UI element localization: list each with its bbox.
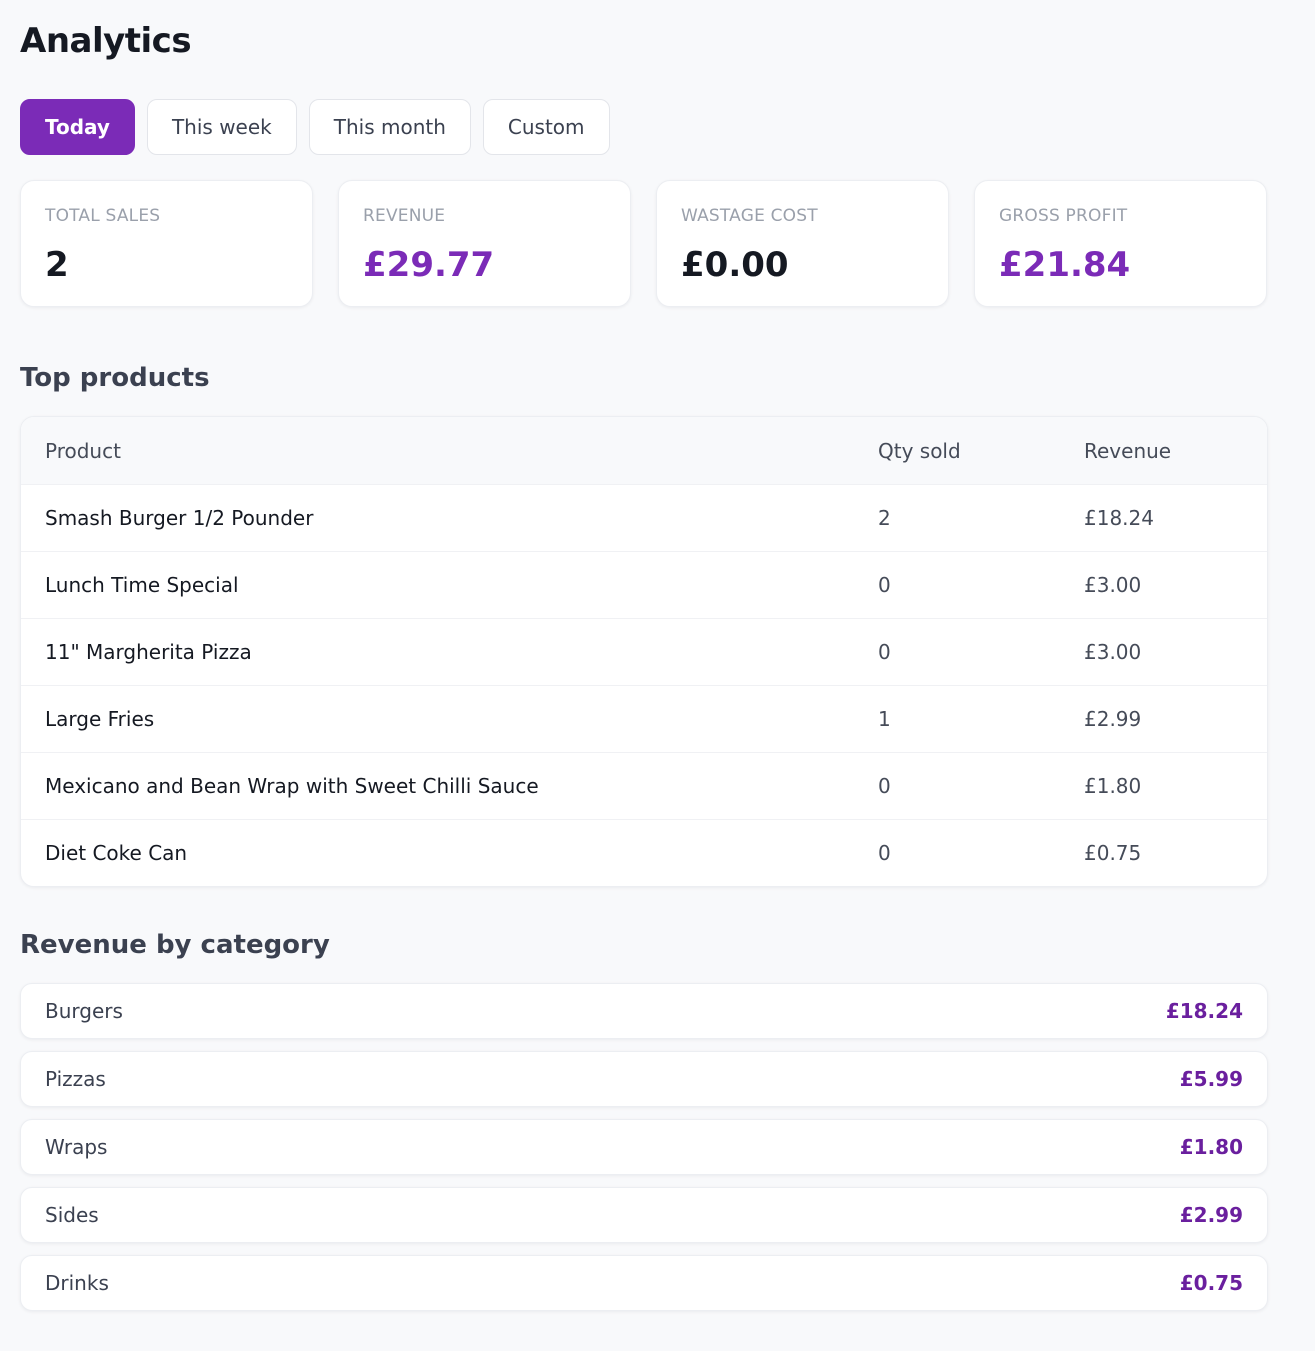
product-qty: 0 bbox=[878, 774, 891, 798]
table-row: Smash Burger 1/2 Pounder 2 £18.24 bbox=[21, 484, 1267, 551]
product-qty: 1 bbox=[878, 707, 891, 731]
category-row-sides: Sides £2.99 bbox=[20, 1187, 1268, 1243]
stat-cards: TOTAL SALES 2 REVENUE £29.77 WASTAGE COS… bbox=[20, 180, 1268, 307]
table-row: Mexicano and Bean Wrap with Sweet Chilli… bbox=[21, 752, 1267, 819]
product-revenue: £3.00 bbox=[1084, 640, 1142, 664]
table-row: 11" Margherita Pizza 0 £3.00 bbox=[21, 618, 1267, 685]
stat-label: REVENUE bbox=[363, 206, 446, 226]
product-revenue: £0.75 bbox=[1084, 841, 1142, 865]
stat-card-total-sales: TOTAL SALES 2 bbox=[20, 180, 313, 307]
table-row: Large Fries 1 £2.99 bbox=[21, 685, 1267, 752]
tab-today[interactable]: Today bbox=[20, 99, 135, 155]
product-name: Large Fries bbox=[45, 707, 155, 731]
stat-label: GROSS PROFIT bbox=[999, 206, 1128, 226]
revenue-by-category-title: Revenue by category bbox=[20, 930, 330, 960]
product-qty: 0 bbox=[878, 640, 891, 664]
product-name: 11" Margherita Pizza bbox=[45, 640, 252, 664]
category-revenue: £1.80 bbox=[1179, 1135, 1243, 1159]
category-name: Sides bbox=[45, 1203, 99, 1227]
product-revenue: £1.80 bbox=[1084, 774, 1142, 798]
table-row: Lunch Time Special 0 £3.00 bbox=[21, 551, 1267, 618]
top-products-table: Product Qty sold Revenue Smash Burger 1/… bbox=[20, 416, 1268, 887]
category-row-pizzas: Pizzas £5.99 bbox=[20, 1051, 1268, 1107]
stat-card-gross-profit: GROSS PROFIT £21.84 bbox=[974, 180, 1267, 307]
category-name: Wraps bbox=[45, 1135, 108, 1159]
tab-this-week[interactable]: This week bbox=[146, 99, 297, 155]
product-name: Diet Coke Can bbox=[45, 841, 188, 865]
category-revenue: £0.75 bbox=[1179, 1271, 1243, 1295]
category-name: Drinks bbox=[45, 1271, 109, 1295]
category-name: Burgers bbox=[45, 999, 123, 1023]
category-row-wraps: Wraps £1.80 bbox=[20, 1119, 1268, 1175]
product-name: Smash Burger 1/2 Pounder bbox=[45, 506, 314, 530]
stat-value: £21.84 bbox=[999, 245, 1131, 285]
tab-this-month[interactable]: This month bbox=[308, 99, 471, 155]
stat-card-revenue: REVENUE £29.77 bbox=[338, 180, 631, 307]
stat-label: WASTAGE COST bbox=[681, 206, 818, 226]
category-row-burgers: Burgers £18.24 bbox=[20, 983, 1268, 1039]
tab-custom[interactable]: Custom bbox=[482, 99, 610, 155]
column-header-revenue: Revenue bbox=[1084, 438, 1172, 463]
stat-card-wastage-cost: WASTAGE COST £0.00 bbox=[656, 180, 949, 307]
stat-value: £0.00 bbox=[681, 245, 789, 285]
category-revenue: £2.99 bbox=[1179, 1203, 1243, 1227]
table-row: Diet Coke Can 0 £0.75 bbox=[21, 819, 1267, 886]
date-range-tabs: Today This week This month Custom bbox=[20, 99, 1315, 155]
category-list: Burgers £18.24 Pizzas £5.99 Wraps £1.80 … bbox=[20, 983, 1268, 1311]
category-revenue: £18.24 bbox=[1165, 999, 1243, 1023]
category-name: Pizzas bbox=[45, 1067, 106, 1091]
top-products-title: Top products bbox=[20, 363, 210, 393]
category-row-drinks: Drinks £0.75 bbox=[20, 1255, 1268, 1311]
column-header-product: Product bbox=[45, 438, 121, 463]
stat-value: 2 bbox=[45, 245, 69, 285]
analytics-page: Analytics Today This week This month Cus… bbox=[0, 0, 1315, 1351]
stat-label: TOTAL SALES bbox=[45, 206, 161, 226]
product-qty: 2 bbox=[878, 506, 891, 530]
product-name: Mexicano and Bean Wrap with Sweet Chilli… bbox=[45, 774, 539, 798]
product-qty: 0 bbox=[878, 573, 891, 597]
product-revenue: £18.24 bbox=[1084, 506, 1154, 530]
category-revenue: £5.99 bbox=[1179, 1067, 1243, 1091]
column-header-qty: Qty sold bbox=[878, 438, 961, 463]
product-qty: 0 bbox=[878, 841, 891, 865]
stat-value: £29.77 bbox=[363, 245, 495, 285]
product-revenue: £2.99 bbox=[1084, 707, 1142, 731]
product-revenue: £3.00 bbox=[1084, 573, 1142, 597]
product-name: Lunch Time Special bbox=[45, 573, 239, 597]
page-title: Analytics bbox=[20, 21, 192, 61]
table-header: Product Qty sold Revenue bbox=[21, 417, 1267, 484]
